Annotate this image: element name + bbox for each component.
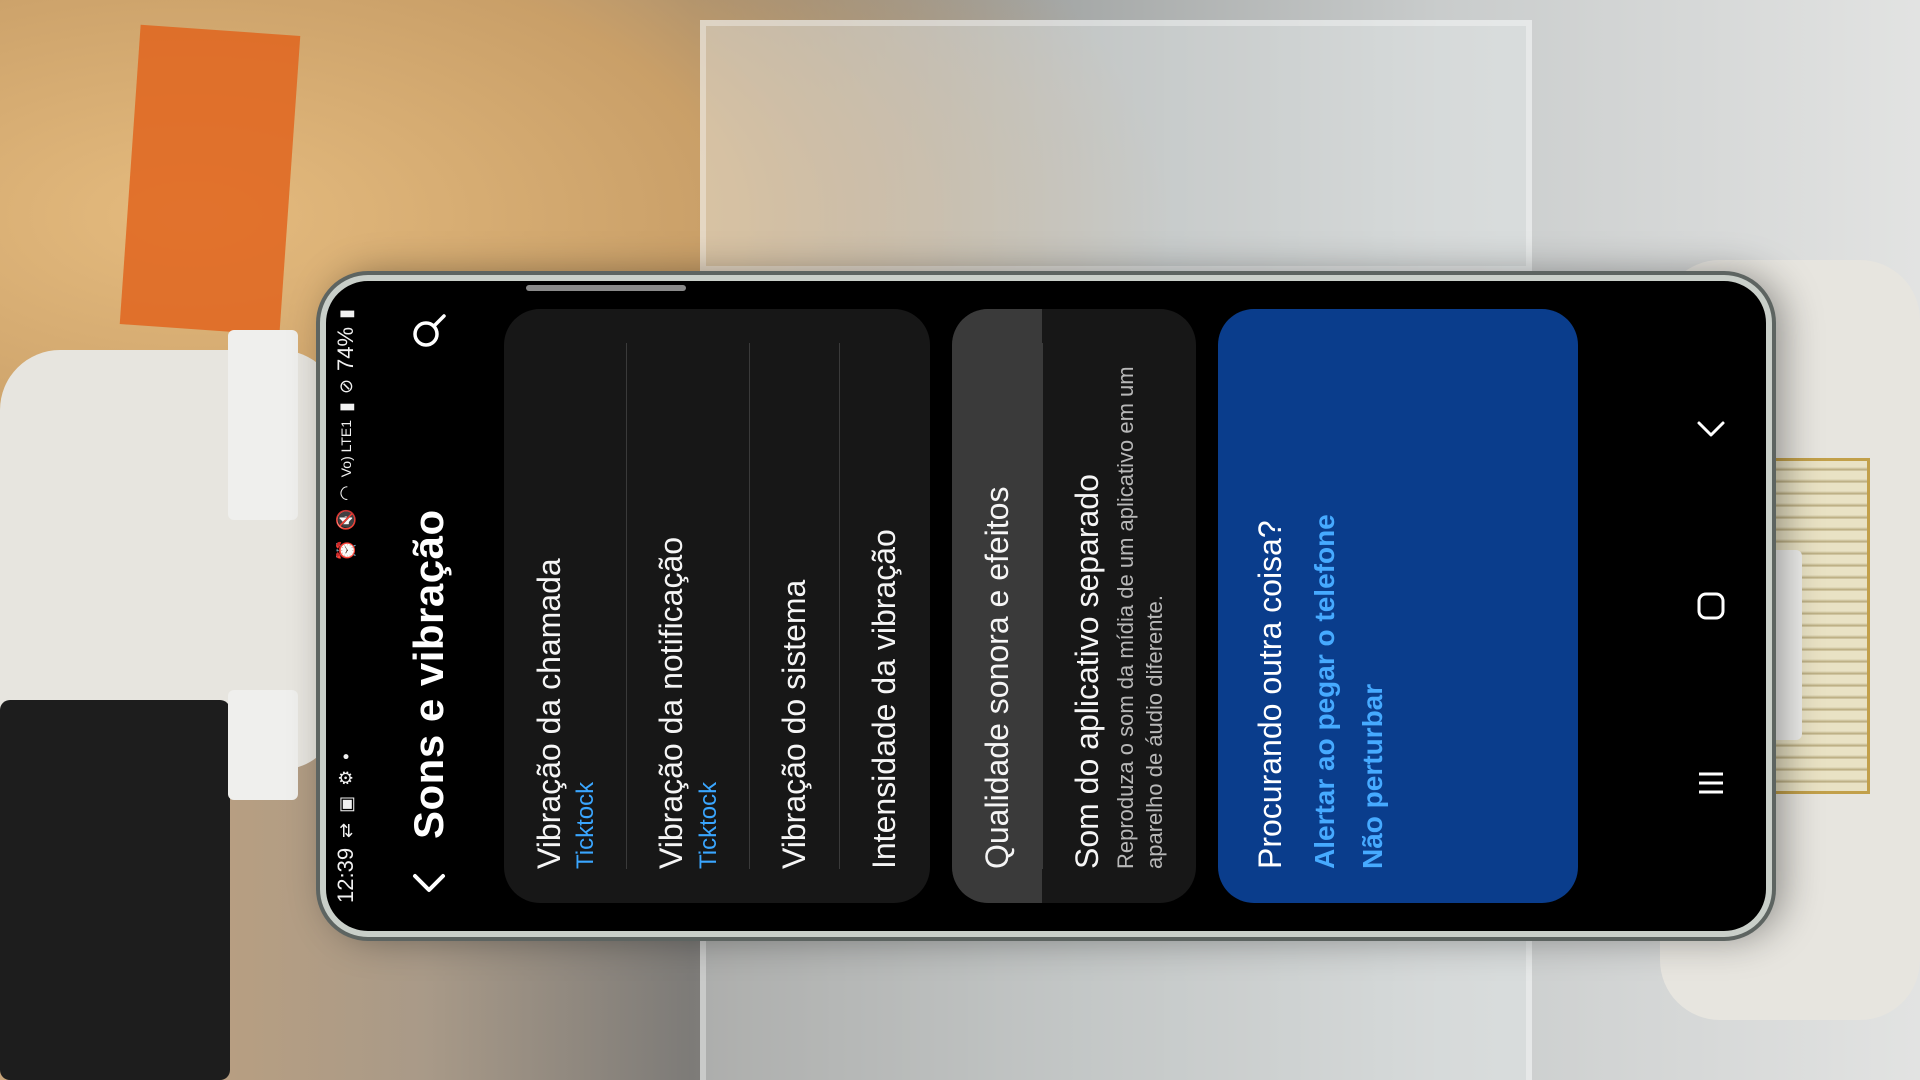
network-label: Vo) LTE1 (338, 419, 354, 478)
background-shelf-top (700, 20, 1532, 272)
background-dark-object (0, 700, 230, 1080)
battery-percent: 74% (333, 326, 358, 371)
home-button[interactable] (1681, 576, 1741, 636)
page-title: Sons e vibração (405, 509, 452, 839)
recent-apps-icon (1699, 772, 1723, 794)
sound-quality-item[interactable]: Qualidade sonora e efeitos (951, 309, 1042, 903)
separate-app-sound-item[interactable]: Som do aplicativo separado Reproduza o s… (1042, 309, 1196, 903)
phone-clamp-left-bottom (228, 690, 298, 800)
signal-icon: ▮ (336, 402, 356, 412)
recent-apps-button[interactable] (1681, 753, 1741, 813)
battery-icon: ▮ (336, 309, 356, 319)
lift-to-wake-alert-link[interactable]: Alertar ao pegar o telefone (1309, 343, 1341, 869)
home-icon (1697, 592, 1725, 620)
vibration-intensity-item[interactable]: Intensidade da vibração (839, 309, 929, 903)
back-button[interactable] (405, 859, 453, 907)
background-orange-box (119, 24, 301, 336)
search-button[interactable] (403, 305, 455, 357)
app-header: Sons e vibração (374, 281, 484, 931)
navigation-bar (1656, 281, 1766, 931)
settings-list: Vibração da chamada Ticktock Vibração da… (504, 281, 1578, 931)
suggestions-title: Procurando outra coisa? (1251, 520, 1288, 869)
phone-screen: 12:39 ⇄ ▣ ⚙ • ⏰ 🔇 ◠ Vo) LTE1 ▮ ⊘ 74% ▮ S… (320, 275, 1772, 937)
separate-app-sound-label: Som do aplicativo separado (1068, 474, 1105, 869)
notification-vibration-value: Ticktock (694, 781, 722, 869)
chevron-left-icon (413, 874, 445, 892)
back-arrow-icon (1697, 421, 1725, 437)
image-icon: ▣ (336, 795, 356, 813)
settings-gear-icon: ⚙ (336, 769, 356, 786)
status-time: 12:39 (333, 847, 358, 903)
status-bar: 12:39 ⇄ ▣ ⚙ • ⏰ 🔇 ◠ Vo) LTE1 ▮ ⊘ 74% ▮ (326, 281, 366, 931)
sync-icon: ⇄ (336, 822, 356, 838)
phone-clamp-left-top (228, 330, 298, 520)
separate-app-sound-description: Reproduza o som da mídia de um aplicativ… (1113, 366, 1167, 869)
call-vibration-value: Ticktock (572, 781, 600, 869)
suggestions-card: Procurando outra coisa? Alertar ao pegar… (1217, 309, 1578, 903)
sound-quality-label: Qualidade sonora e efeitos (978, 486, 1015, 869)
notification-vibration-item[interactable]: Vibração da notificação Ticktock (626, 309, 748, 903)
dot-icon: • (336, 753, 356, 760)
no-sim-icon: ⊘ (336, 378, 356, 395)
nav-back-button[interactable] (1681, 399, 1741, 459)
system-vibration-label: Vibração do sistema (775, 579, 812, 869)
alarm-icon: ⏰ (336, 539, 356, 562)
vibration-intensity-label: Intensidade da vibração (866, 529, 903, 869)
call-vibration-label: Vibração da chamada (531, 558, 567, 869)
call-vibration-item[interactable]: Vibração da chamada Ticktock (504, 309, 626, 903)
do-not-disturb-link[interactable]: Não perturbar (1357, 343, 1389, 869)
audio-settings-card: Qualidade sonora e efeitos Som do aplica… (951, 309, 1196, 903)
system-vibration-item[interactable]: Vibração do sistema (749, 309, 839, 903)
notification-vibration-label: Vibração da notificação (653, 536, 690, 869)
mute-icon: 🔇 (336, 509, 356, 532)
search-icon (413, 314, 446, 347)
vibration-settings-card: Vibração da chamada Ticktock Vibração da… (504, 309, 930, 903)
wifi-icon: ◠ (336, 485, 356, 501)
